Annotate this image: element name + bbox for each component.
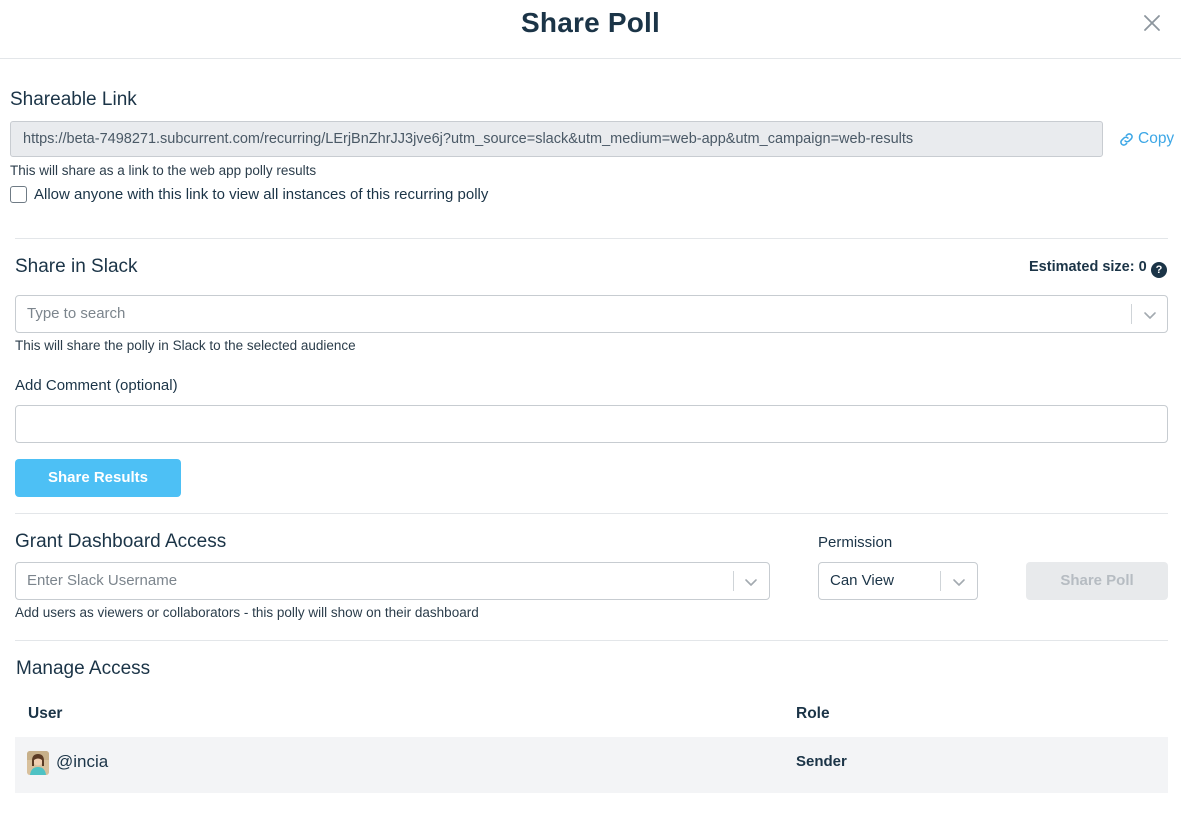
- share-results-button[interactable]: Share Results: [15, 459, 181, 497]
- slack-audience-search[interactable]: Type to search: [15, 295, 1168, 333]
- permission-value: Can View: [830, 572, 894, 589]
- copy-link-button[interactable]: Copy: [1118, 128, 1174, 150]
- user-handle: @incia: [56, 752, 109, 771]
- share-in-slack-heading: Share in Slack: [15, 256, 138, 277]
- modal-header: Share Poll: [0, 0, 1181, 59]
- shareable-link-heading: Shareable Link: [10, 89, 137, 110]
- slack-username-input[interactable]: Enter Slack Username: [15, 562, 770, 600]
- modal-title: Share Poll: [521, 7, 660, 38]
- slack-username-placeholder: Enter Slack Username: [27, 572, 178, 589]
- select-separator: [733, 571, 734, 591]
- chevron-down-icon[interactable]: [1142, 307, 1158, 323]
- chevron-down-icon[interactable]: [743, 574, 759, 590]
- estimated-size-label: Estimated size: 0: [1029, 259, 1147, 275]
- select-separator: [940, 571, 941, 591]
- permission-select[interactable]: Can View: [818, 562, 978, 600]
- close-icon[interactable]: [1140, 11, 1164, 35]
- shareable-link-helper: This will share as a link to the web app…: [10, 163, 317, 178]
- manage-access-heading: Manage Access: [16, 658, 151, 679]
- allow-all-instances-checkbox[interactable]: [10, 186, 27, 203]
- add-comment-label: Add Comment (optional): [15, 377, 178, 394]
- table-row: @incia Sender: [15, 737, 1168, 793]
- section-divider: [15, 238, 1168, 239]
- column-header-role: Role: [796, 705, 830, 722]
- grant-dashboard-access-heading: Grant Dashboard Access: [15, 531, 227, 552]
- share-poll-button[interactable]: Share Poll: [1026, 562, 1168, 600]
- dashboard-access-helper: Add users as viewers or collaborators - …: [15, 605, 479, 620]
- slack-share-helper: This will share the polly in Slack to th…: [15, 338, 356, 353]
- select-separator: [1131, 304, 1132, 324]
- shareable-link-field[interactable]: https://beta-7498271.subcurrent.com/recu…: [10, 121, 1103, 157]
- link-chain-icon: [1118, 131, 1135, 148]
- allow-all-instances-label[interactable]: Allow anyone with this link to view all …: [34, 186, 488, 203]
- slack-search-placeholder: Type to search: [27, 305, 126, 322]
- section-divider: [15, 640, 1168, 641]
- column-header-user: User: [28, 705, 63, 722]
- copy-label: Copy: [1138, 130, 1175, 147]
- user-avatar: [27, 751, 49, 775]
- user-role: Sender: [796, 753, 847, 770]
- question-circle-icon[interactable]: ?: [1151, 262, 1167, 278]
- comment-input[interactable]: [15, 405, 1168, 443]
- section-divider: [15, 513, 1168, 514]
- permission-label: Permission: [818, 534, 893, 551]
- chevron-down-icon[interactable]: [951, 574, 967, 590]
